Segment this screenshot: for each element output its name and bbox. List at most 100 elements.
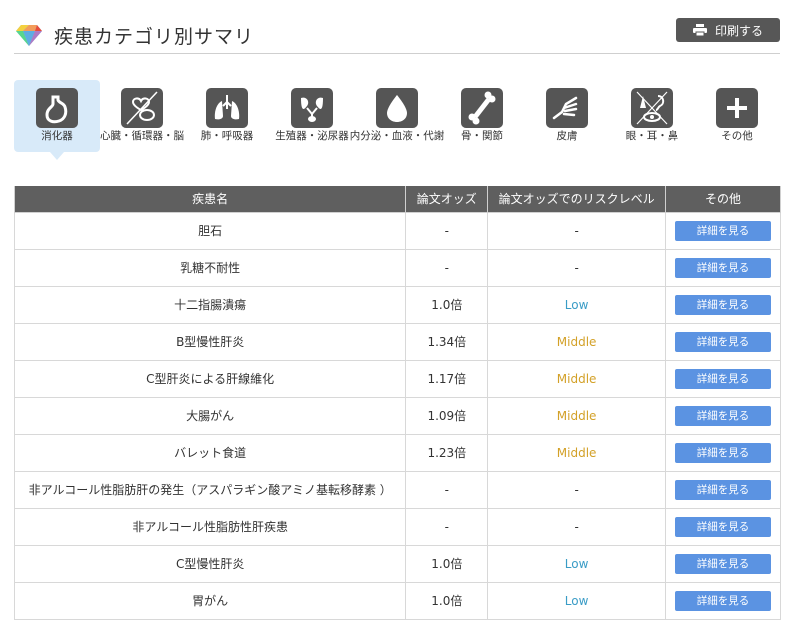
odds-cell: 1.23倍 bbox=[405, 433, 489, 472]
disease-table: 疾患名 論文オッズ 論文オッズでのリスクレベル その他 胆石 - - 詳細を見る 乳糖不… bbox=[13, 186, 781, 620]
odds-cell: - bbox=[405, 470, 489, 509]
odds-cell: - bbox=[405, 507, 489, 546]
category-tab-sense[interactable]: 眼・耳・鼻 bbox=[609, 80, 695, 152]
category-label: 皮膚 bbox=[556, 130, 578, 142]
table-row: 乳糖不耐性 - - 詳細を見る bbox=[13, 248, 781, 287]
table-row: バレット食道 1.23倍 Middle 詳細を見る bbox=[13, 433, 781, 472]
table-body: 胆石 - - 詳細を見る 乳糖不耐性 - - 詳細を見る 十二指腸潰瘍 1.0倍 Low 詳細を見る B… bbox=[13, 211, 781, 620]
disease-name-cell: 非アルコール性脂肪肝の発生（アスパラギン酸アミノ基転移酵素 ） bbox=[13, 470, 407, 509]
other-cell: 詳細を見る bbox=[665, 507, 781, 546]
odds-cell: - bbox=[405, 248, 489, 287]
detail-button[interactable]: 詳細を見る bbox=[675, 479, 771, 500]
table-row: 非アルコール性脂肪肝の発生（アスパラギン酸アミノ基転移酵素 ） - - 詳細を見る bbox=[13, 470, 781, 509]
detail-button[interactable]: 詳細を見る bbox=[675, 553, 771, 574]
skin-hand-icon bbox=[546, 88, 588, 128]
table-row: 非アルコール性脂肪性肝疾患 - - 詳細を見る bbox=[13, 507, 781, 546]
odds-cell: 1.34倍 bbox=[405, 322, 489, 361]
other-cell: 詳細を見る bbox=[665, 359, 781, 398]
category-label: その他 bbox=[721, 130, 753, 142]
odds-cell: - bbox=[405, 211, 489, 250]
diamond-logo-icon bbox=[16, 25, 42, 46]
bone-icon bbox=[461, 88, 503, 128]
risk-level-cell: Middle bbox=[487, 359, 666, 398]
odds-cell: 1.0倍 bbox=[405, 581, 489, 620]
column-header-risk-level: 論文オッズでのリスクレベル bbox=[487, 186, 666, 213]
print-button-label: 印刷する bbox=[714, 23, 763, 38]
kidney-icon bbox=[291, 88, 333, 128]
column-header-odds: 論文オッズ bbox=[405, 186, 489, 213]
risk-level-cell: Low bbox=[487, 581, 666, 620]
category-nav: 消化器 心臓・循環器・脳 肺・呼吸器 生殖器・泌尿器 内分泌・血液・代謝 骨・関… bbox=[14, 80, 784, 160]
risk-level-cell: Low bbox=[487, 285, 666, 324]
category-label: 生殖器・泌尿器 bbox=[275, 130, 349, 142]
table-row: 十二指腸潰瘍 1.0倍 Low 詳細を見る bbox=[13, 285, 781, 324]
detail-button[interactable]: 詳細を見る bbox=[675, 442, 771, 463]
disease-name-cell: 非アルコール性脂肪性肝疾患 bbox=[13, 507, 407, 546]
table-row: 胃がん 1.0倍 Low 詳細を見る bbox=[13, 581, 781, 620]
category-label: 消化器 bbox=[41, 130, 73, 142]
eye-ear-nose-icon bbox=[631, 88, 673, 128]
printer-icon bbox=[692, 24, 707, 36]
disease-name-cell: 乳糖不耐性 bbox=[13, 248, 407, 287]
category-tab-lungs[interactable]: 肺・呼吸器 bbox=[184, 80, 270, 152]
detail-button[interactable]: 詳細を見る bbox=[675, 257, 771, 278]
lungs-icon bbox=[206, 88, 248, 128]
other-cell: 詳細を見る bbox=[665, 396, 781, 435]
risk-level-cell: Middle bbox=[487, 396, 666, 435]
detail-button[interactable]: 詳細を見る bbox=[675, 590, 771, 611]
category-tab-bones[interactable]: 骨・関節 bbox=[439, 80, 525, 152]
category-tab-endocrine[interactable]: 内分泌・血液・代謝 bbox=[350, 80, 444, 152]
page-title: 疾患カテゴリ別サマリ bbox=[54, 26, 255, 48]
risk-level-cell: Middle bbox=[487, 433, 666, 472]
category-label: 心臓・循環器・脳 bbox=[100, 130, 184, 142]
other-cell: 詳細を見る bbox=[665, 470, 781, 509]
other-cell: 詳細を見る bbox=[665, 322, 781, 361]
blood-drop-icon bbox=[376, 88, 418, 128]
odds-cell: 1.09倍 bbox=[405, 396, 489, 435]
other-cell: 詳細を見る bbox=[665, 211, 781, 250]
other-cell: 詳細を見る bbox=[665, 248, 781, 287]
table-row: 大腸がん 1.09倍 Middle 詳細を見る bbox=[13, 396, 781, 435]
plus-icon bbox=[716, 88, 758, 128]
other-cell: 詳細を見る bbox=[665, 544, 781, 583]
detail-button[interactable]: 詳細を見る bbox=[675, 294, 771, 315]
odds-cell: 1.0倍 bbox=[405, 285, 489, 324]
page-header: 疾患カテゴリ別サマリ 印刷する bbox=[14, 14, 780, 54]
disease-name-cell: 大腸がん bbox=[13, 396, 407, 435]
risk-level-cell: Low bbox=[487, 544, 666, 583]
odds-cell: 1.17倍 bbox=[405, 359, 489, 398]
risk-level-cell: - bbox=[487, 507, 666, 546]
disease-name-cell: 十二指腸潰瘍 bbox=[13, 285, 407, 324]
detail-button[interactable]: 詳細を見る bbox=[675, 368, 771, 389]
table-header-row: 疾患名 論文オッズ 論文オッズでのリスクレベル その他 bbox=[13, 186, 781, 213]
stomach-icon bbox=[36, 88, 78, 128]
category-tab-other[interactable]: その他 bbox=[694, 80, 780, 152]
risk-level-cell: Middle bbox=[487, 322, 666, 361]
other-cell: 詳細を見る bbox=[665, 581, 781, 620]
category-label: 内分泌・血液・代謝 bbox=[349, 130, 445, 142]
disease-name-cell: 胆石 bbox=[13, 211, 407, 250]
category-tab-cardio[interactable]: 心臓・循環器・脳 bbox=[99, 80, 185, 152]
other-cell: 詳細を見る bbox=[665, 285, 781, 324]
print-button[interactable]: 印刷する bbox=[676, 18, 780, 42]
table-row: B型慢性肝炎 1.34倍 Middle 詳細を見る bbox=[13, 322, 781, 361]
detail-button[interactable]: 詳細を見る bbox=[675, 220, 771, 241]
table-row: 胆石 - - 詳細を見る bbox=[13, 211, 781, 250]
detail-button[interactable]: 詳細を見る bbox=[675, 405, 771, 426]
category-tab-digestive[interactable]: 消化器 bbox=[14, 80, 100, 160]
disease-name-cell: 胃がん bbox=[13, 581, 407, 620]
category-tab-urology[interactable]: 生殖器・泌尿器 bbox=[269, 80, 355, 152]
disease-name-cell: C型慢性肝炎 bbox=[13, 544, 407, 583]
disease-name-cell: C型肝炎による肝線維化 bbox=[13, 359, 407, 398]
disease-name-cell: B型慢性肝炎 bbox=[13, 322, 407, 361]
table-row: C型慢性肝炎 1.0倍 Low 詳細を見る bbox=[13, 544, 781, 583]
disease-name-cell: バレット食道 bbox=[13, 433, 407, 472]
category-label: 肺・呼吸器 bbox=[200, 130, 254, 142]
detail-button[interactable]: 詳細を見る bbox=[675, 331, 771, 352]
heart-brain-icon bbox=[121, 88, 163, 128]
detail-button[interactable]: 詳細を見る bbox=[675, 516, 771, 537]
category-tab-skin[interactable]: 皮膚 bbox=[524, 80, 610, 152]
risk-level-cell: - bbox=[487, 211, 666, 250]
risk-level-cell: - bbox=[487, 470, 666, 509]
risk-level-cell: - bbox=[487, 248, 666, 287]
